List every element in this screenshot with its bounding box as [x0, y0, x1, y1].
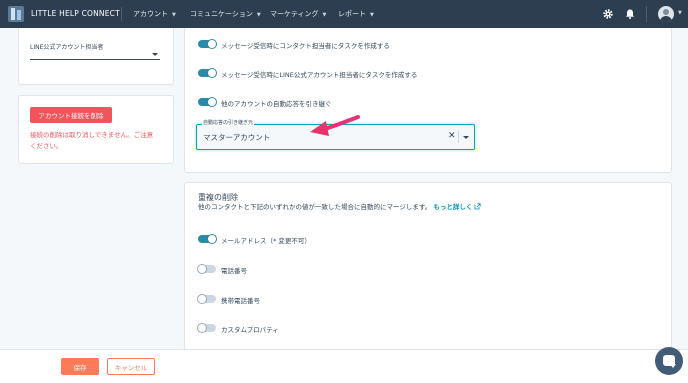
dedupe-description: 他のコンタクトと下記のいずれかの値が一致した場合に自動的にマージします。 もっと… [198, 201, 481, 211]
avatar[interactable] [658, 6, 674, 22]
dedupe-desc-text: 他のコンタクトと下記のいずれかの値が一致した場合に自動的にマージします。 [198, 203, 432, 211]
field-separator [458, 131, 459, 143]
caret-down-icon[interactable] [152, 53, 158, 56]
chevron-down-icon[interactable]: ▼ [678, 10, 682, 16]
toggle-dedupe-phone[interactable] [197, 264, 216, 274]
nav-marketing[interactable]: マーケティング ▼ [270, 9, 326, 19]
nav-account[interactable]: アカウント ▼ [133, 9, 176, 19]
auto-reply-source-legend: 自動応答の引き継ぎ元 [202, 119, 255, 126]
toggle-dedupe-custom[interactable] [197, 323, 216, 333]
line-owner-label: LINE公式アカウント担当者 [30, 44, 104, 51]
chevron-down-icon: ▼ [370, 12, 374, 18]
line-owner-card [18, 28, 174, 85]
logo-icon[interactable] [8, 6, 24, 22]
chat-icon[interactable] [655, 347, 683, 375]
footer-bar [0, 349, 688, 383]
nav-divider [121, 7, 122, 21]
toggle-contact-owner-task-label: メッセージ受信時にコンタクト担当者にタスクを作成する [221, 42, 390, 50]
close-icon[interactable]: ✕ [448, 131, 456, 141]
delete-warning-line1: 接続の削除は取り消しできません。ご注意 [30, 131, 154, 139]
bell-icon[interactable] [624, 8, 636, 20]
nav-marketing-label: マーケティング [270, 10, 319, 18]
chevron-down-icon: ▼ [256, 12, 261, 18]
nav-divider [646, 6, 647, 22]
toggle-dedupe-phone-label: 電話番号 [221, 267, 247, 275]
delete-warning-line2: ください。 [30, 142, 63, 150]
cancel-button[interactable]: キャンセル [107, 358, 155, 375]
toggle-dedupe-mobile-label: 携帯電話番号 [221, 297, 260, 305]
toggle-dedupe-email[interactable] [198, 234, 217, 244]
gear-icon[interactable] [602, 8, 614, 20]
delete-connection-button[interactable]: アカウント接続を削除 [30, 107, 112, 123]
nav-reports[interactable]: レポート ▼ [338, 9, 374, 19]
chevron-down-icon: ▼ [172, 12, 176, 18]
nav-reports-label: レポート [338, 10, 366, 18]
nav-communication-label: コミュニケーション [190, 10, 253, 18]
caret-down-icon[interactable] [463, 136, 469, 139]
line-owner-select[interactable] [30, 58, 160, 60]
external-link-icon[interactable] [474, 203, 481, 210]
toggle-dedupe-custom-label: カスタムプロパティ [221, 326, 279, 334]
nav-account-label: アカウント [133, 10, 168, 18]
toggle-contact-owner-task[interactable] [198, 39, 217, 49]
toggle-inherit-auto-reply[interactable] [198, 97, 217, 107]
toggle-dedupe-mobile[interactable] [197, 294, 216, 304]
toggle-inherit-auto-reply-label: 他のアカウントの自動応答を引き継ぐ [221, 100, 332, 108]
nav-communication[interactable]: コミュニケーション ▼ [190, 9, 261, 19]
learn-more-link[interactable]: もっと詳しく [433, 203, 472, 211]
toggle-dedupe-email-label: メールアドレス（* 変更不可） [221, 237, 311, 245]
toggle-line-owner-task[interactable] [198, 68, 217, 78]
brand-name[interactable]: LITTLE HELP CONNECT [31, 9, 120, 18]
auto-reply-source-value: マスターアカウント [203, 133, 271, 142]
toggle-line-owner-task-label: メッセージ受信時にLINE公式アカウント担当者にタスクを作成する [221, 71, 418, 79]
chevron-down-icon: ▼ [322, 12, 327, 18]
save-button[interactable]: 保存 [61, 358, 99, 375]
